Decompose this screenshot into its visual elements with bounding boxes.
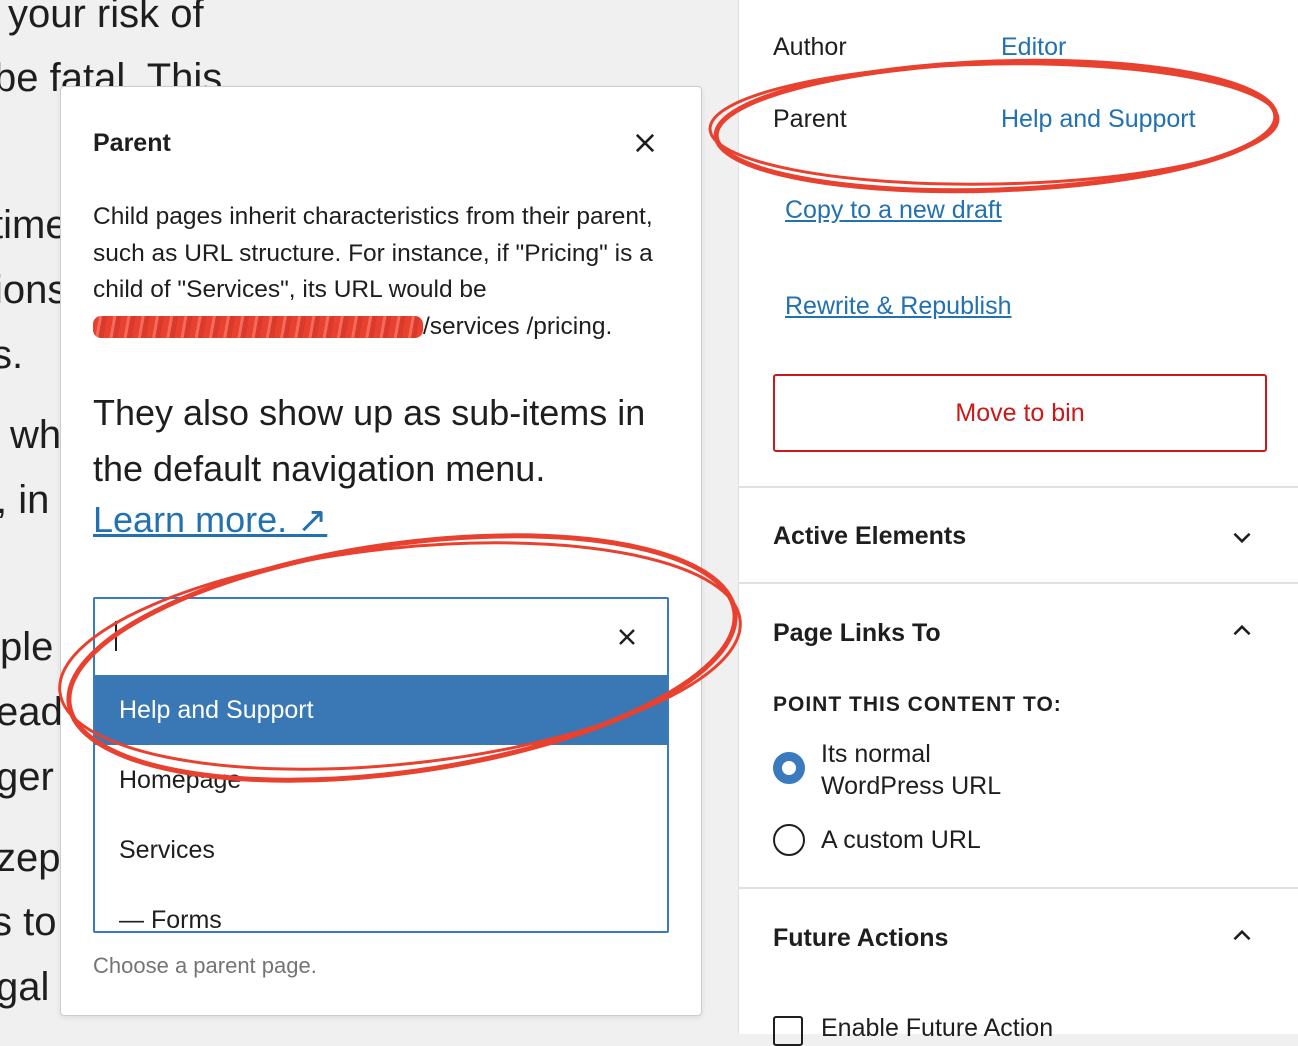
editor-text-line: ple	[0, 625, 54, 669]
parent-search-input[interactable]	[95, 599, 667, 675]
author-value-button[interactable]: Editor	[1001, 33, 1066, 62]
panel-active-elements-toggle[interactable]: Active Elements	[773, 522, 966, 551]
editor-text-line: s.	[0, 333, 24, 377]
parent-popover: Parent Child pages inherit characteristi…	[60, 86, 702, 1016]
option-services[interactable]: Services	[95, 815, 667, 885]
settings-sidebar: Author Editor Parent Help and Support Co…	[738, 0, 1298, 1046]
divider	[739, 582, 1298, 584]
option-help-and-support[interactable]: Help and Support	[95, 675, 667, 745]
chevron-down-icon[interactable]	[1229, 524, 1255, 550]
redacted-url-mark	[93, 316, 423, 339]
parent-label: Parent	[773, 105, 847, 133]
editor-text-line: ions	[0, 268, 68, 312]
combobox-help-text: Choose a parent page.	[93, 953, 317, 978]
divider	[739, 486, 1298, 488]
panel-future-actions-toggle[interactable]: Future Actions	[773, 924, 948, 953]
editor-text-line: ger	[0, 755, 54, 799]
editor-text-line: gal	[0, 965, 50, 1009]
text-caret	[115, 621, 117, 651]
move-to-bin-button[interactable]: Move to bin	[773, 374, 1267, 452]
popover-title: Parent	[93, 129, 171, 157]
chevron-up-icon[interactable]	[1229, 618, 1255, 644]
chevron-up-icon[interactable]	[1229, 923, 1255, 949]
editor-text-line: s to	[0, 900, 57, 944]
parent-page-combobox: Help and Support Homepage Services — For…	[93, 597, 669, 933]
radio-custom-url-label: A custom URL	[821, 826, 981, 854]
popover-subitems-note: They also show up as sub-items in the de…	[93, 392, 646, 489]
radio-normal-url-label: Its normal WordPress URL	[821, 740, 1002, 800]
popover-description: Child pages inherit characteristics from…	[93, 203, 653, 340]
divider	[739, 887, 1298, 889]
editor-text-line: time	[0, 203, 68, 247]
parent-value-button[interactable]: Help and Support	[1001, 105, 1196, 134]
rewrite-republish-link[interactable]: Rewrite & Republish	[785, 292, 1012, 321]
author-label: Author	[773, 33, 847, 61]
editor-text-line: wh	[10, 413, 62, 457]
radio-normal-url[interactable]	[773, 752, 805, 784]
panel-page-links-to-toggle[interactable]: Page Links To	[773, 619, 941, 648]
editor-text-line: , in	[0, 478, 50, 522]
close-icon[interactable]	[631, 129, 659, 157]
option-homepage[interactable]: Homepage	[95, 745, 667, 815]
clear-icon[interactable]	[615, 625, 639, 649]
enable-future-action-checkbox[interactable]	[773, 1016, 803, 1046]
editor-text-line: zep	[0, 836, 61, 880]
radio-custom-url[interactable]	[773, 824, 805, 856]
copy-to-draft-link[interactable]: Copy to a new draft	[785, 196, 1002, 225]
option-forms[interactable]: — Forms	[95, 885, 667, 931]
point-content-label: POINT THIS CONTENT TO:	[773, 693, 1062, 716]
editor-text-line: ead	[0, 690, 63, 734]
enable-future-action-label: Enable Future Action	[821, 1014, 1054, 1042]
editor-text-line: your risk of	[8, 0, 204, 36]
learn-more-link[interactable]: Learn more. ↗	[93, 499, 327, 541]
